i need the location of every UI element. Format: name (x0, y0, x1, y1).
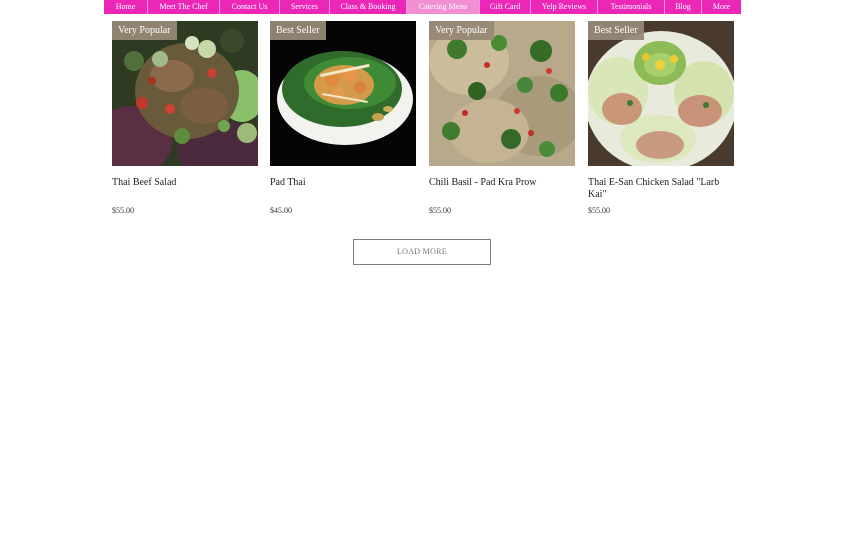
main-nav: Home Meet The Chef Contact Us Services C… (104, 0, 741, 14)
product-price: $45.00 (270, 206, 292, 215)
product-name[interactable]: Thai Beef Salad (112, 177, 258, 189)
product-image[interactable]: Best Seller (270, 21, 416, 166)
product-image[interactable]: Very Popular (429, 21, 575, 166)
ribbon-badge: Best Seller (588, 21, 644, 40)
product-image[interactable]: Best Seller (588, 21, 734, 166)
ribbon-badge: Very Popular (112, 21, 177, 40)
product-name[interactable]: Thai E-San Chicken Salad "Larb Kai" (588, 177, 734, 201)
nav-item-home[interactable]: Home (104, 0, 148, 14)
product-price: $55.00 (588, 206, 610, 215)
nav-item-meet-the-chef[interactable]: Meet The Chef (148, 0, 220, 14)
product-gallery: Very Popular Thai Beef Salad $55.00 Best… (112, 21, 734, 221)
thai-beef-salad-photo (112, 21, 258, 166)
product-price: $55.00 (112, 206, 134, 215)
product-card-thai-beef-salad[interactable]: Very Popular Thai Beef Salad $55.00 (112, 21, 258, 221)
product-image[interactable]: Very Popular (112, 21, 258, 166)
nav-item-yelp-reviews[interactable]: Yelp Reviews (531, 0, 598, 14)
larb-kai-photo (588, 21, 734, 166)
load-more-button[interactable]: LOAD MORE (353, 239, 491, 265)
nav-item-testimonials[interactable]: Testimonials (598, 0, 665, 14)
pad-thai-photo (270, 21, 416, 166)
nav-item-more[interactable]: More (702, 0, 741, 14)
nav-item-contact-us[interactable]: Contact Us (220, 0, 280, 14)
product-name[interactable]: Pad Thai (270, 177, 416, 189)
product-card-pad-thai[interactable]: Best Seller Pad Thai $45.00 (270, 21, 416, 221)
product-card-larb-kai[interactable]: Best Seller Thai E-San Chicken Salad "La… (588, 21, 734, 221)
product-card-chili-basil[interactable]: Very Popular Chili Basil - Pad Kra Prow … (429, 21, 575, 221)
nav-item-class-booking[interactable]: Class & Booking (330, 0, 407, 14)
product-name[interactable]: Chili Basil - Pad Kra Prow (429, 177, 575, 189)
nav-item-services[interactable]: Services (280, 0, 330, 14)
nav-item-gift-card[interactable]: Gift Card (480, 0, 531, 14)
ribbon-badge: Best Seller (270, 21, 326, 40)
chili-basil-photo (429, 21, 575, 166)
product-price: $55.00 (429, 206, 451, 215)
ribbon-badge: Very Popular (429, 21, 494, 40)
page: Home Meet The Chef Contact Us Services C… (0, 0, 845, 559)
nav-item-catering-menu[interactable]: Catering Menu (407, 0, 480, 14)
nav-item-blog[interactable]: Blog (665, 0, 702, 14)
